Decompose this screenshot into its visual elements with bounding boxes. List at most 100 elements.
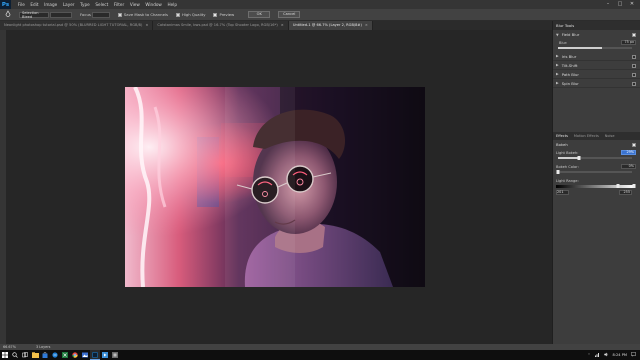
minimize-button[interactable]: – [602,0,614,9]
blur-slider[interactable] [558,47,632,49]
bokeh-color-slider[interactable] [556,169,632,174]
close-button[interactable]: ✕ [626,0,638,9]
media-player-icon [102,352,108,358]
magnifier-icon [12,352,18,358]
bokeh-row[interactable]: Bokeh [553,140,640,149]
field-blur-row[interactable]: ▼ Field Blur [553,30,640,39]
path-blur-row[interactable]: ▶ Path Blur [553,70,640,79]
menu-view[interactable]: View [127,0,143,9]
blur-slider-fill [558,47,603,49]
focus-value[interactable] [91,11,110,18]
field-blur-label: Field Blur [561,32,580,37]
bokeh-checkbox[interactable] [632,142,636,147]
ok-button[interactable]: OK [248,11,271,18]
light-bokeh-slider[interactable] [558,155,632,160]
expand-arrow-icon[interactable]: ▶ [556,72,559,76]
blur-drop-icon [5,9,11,17]
photoshop-logo-icon: Ps [0,0,11,9]
excel-icon[interactable] [60,350,70,360]
photos-icon[interactable] [80,350,90,360]
tilt-shift-row[interactable]: ▶ Tilt-Shift [553,61,640,70]
spin-blur-row[interactable]: ▶ Spin Blur [553,79,640,88]
neon-portrait-image [125,87,425,287]
windows-logo-icon [2,352,8,358]
menu-type[interactable]: Type [77,0,92,9]
search-icon[interactable] [10,350,20,360]
notifications-icon[interactable] [631,352,636,358]
volume-icon[interactable] [603,352,609,358]
menu-file[interactable]: File [15,0,28,9]
tab-untitled[interactable]: Untitled-1 @ 66.7% (Layer 2, RGB/8#) × [288,21,373,30]
tilt-shift-checkbox[interactable] [632,63,636,68]
store-icon[interactable] [40,350,50,360]
media-icon[interactable] [100,350,110,360]
blur-amount-row: Blur: 75 px [553,39,640,46]
bokeh-color-value[interactable]: 0% [621,164,636,169]
canvas-area[interactable] [6,30,552,344]
app-icon[interactable] [110,350,120,360]
menu-image[interactable]: Image [41,0,60,9]
high-quality-option[interactable]: High Quality [168,12,205,17]
expand-arrow-icon[interactable]: ▶ [556,54,559,58]
bokeh-color-handle[interactable] [556,169,560,174]
tab-effects[interactable]: Effects [553,134,571,138]
tab-label: Catstanimas Smile, bws.psd @ 16.7% (Top … [157,23,278,27]
store-bag-icon [42,352,48,358]
light-range-min-handle[interactable] [616,183,620,188]
selection-bleed-value[interactable] [50,11,72,18]
explorer-icon[interactable] [30,350,40,360]
expand-arrow-icon[interactable]: ▼ [556,33,559,37]
close-icon[interactable]: × [281,23,284,27]
light-bokeh-value[interactable]: 29% [621,150,636,155]
menu-edit[interactable]: Edit [28,0,42,9]
zoom-level[interactable]: 66.67% [3,345,16,349]
field-blur-checkbox[interactable] [632,32,636,37]
tab-catstanimas[interactable]: Catstanimas Smile, bws.psd @ 16.7% (Top … [153,21,289,30]
menu-select[interactable]: Select [93,0,112,9]
light-range-slider[interactable] [556,183,636,188]
network-icon[interactable] [594,352,600,358]
menu-layer[interactable]: Layer [60,0,77,9]
blur-value-input[interactable]: 75 px [621,40,636,45]
spin-blur-label: Spin Blur [561,80,579,86]
light-range-min-value[interactable]: 201 [556,190,569,195]
selection-bleed-field[interactable]: Selection Bleed [19,11,49,19]
light-range-row: Light Range: [553,177,640,184]
menu-filter[interactable]: Filter [111,0,127,9]
clock[interactable]: 8:24 PM [613,353,627,357]
windows-icon[interactable] [0,350,10,360]
menu-window[interactable]: Window [143,0,165,9]
save-mask-checkbox[interactable] [117,12,122,17]
cancel-button[interactable]: Cancel [278,11,301,18]
maximize-button[interactable]: □ [614,0,626,9]
edge-browser-icon [52,352,58,358]
tab-neonlight[interactable]: Neonlight photoshop tutorial.psd @ 50% (… [0,21,154,30]
expand-arrow-icon[interactable]: ▶ [556,63,559,67]
spin-blur-checkbox[interactable] [632,81,636,86]
options-bar: Selection Bleed Focus Save Mask to Chann… [0,9,640,21]
blur-tool-icon[interactable] [3,9,13,20]
edge-icon[interactable] [50,350,60,360]
high-quality-checkbox[interactable] [175,12,180,17]
chrome-icon[interactable] [70,350,80,360]
photoshop-icon[interactable] [90,350,100,360]
speech-bubble-icon [631,352,636,357]
light-bokeh-handle[interactable] [577,155,581,160]
iris-blur-row[interactable]: ▶ Iris Blur [553,52,640,61]
tray-arrow-icon[interactable]: ⌃ [588,353,591,357]
menu-help[interactable]: Help [165,0,180,9]
light-range-max-handle[interactable] [632,183,636,188]
save-mask-option[interactable]: Save Mask to Channels [110,12,168,17]
iris-blur-checkbox[interactable] [632,54,636,59]
close-icon[interactable]: × [145,23,148,27]
tab-motion-effects[interactable]: Motion Effects [571,134,602,138]
document-photo[interactable] [125,87,425,287]
expand-arrow-icon[interactable]: ▶ [556,81,559,85]
close-icon[interactable]: × [365,23,368,27]
task-view-icon[interactable] [20,350,30,360]
tab-noise[interactable]: Noise [602,134,618,138]
preview-option[interactable]: Preview [205,12,234,17]
preview-checkbox[interactable] [213,12,218,17]
path-blur-checkbox[interactable] [632,72,636,77]
light-range-max-value[interactable]: 255 [619,190,632,195]
